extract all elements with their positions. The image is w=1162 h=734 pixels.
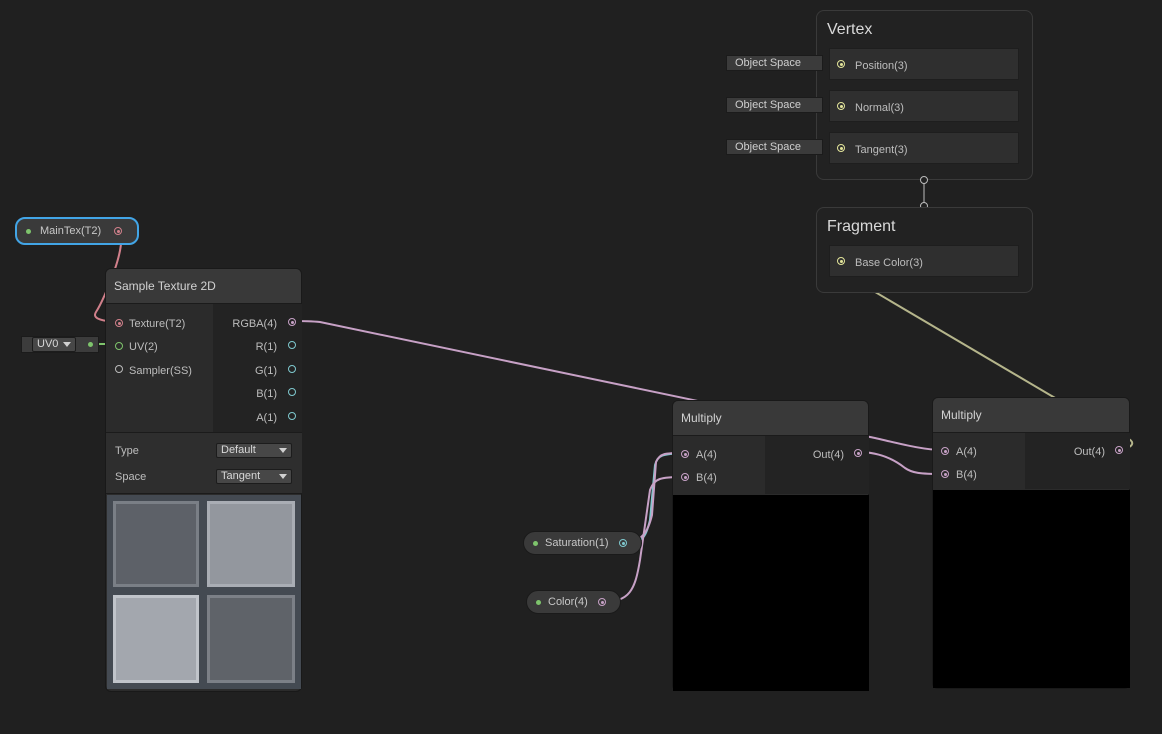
texture-in-label: Texture(T2) [129, 318, 186, 330]
preview-tile-top-right [207, 501, 295, 587]
saturation-label: Saturation(1) [545, 537, 609, 549]
color-label: Color(4) [548, 596, 588, 608]
multiply-1-out-port[interactable] [854, 449, 862, 457]
position-label: Position(3) [855, 60, 908, 72]
color-out-port[interactable] [598, 598, 606, 606]
multiply-2-preview [933, 490, 1130, 688]
multiply-1-inputs [673, 436, 765, 494]
uv-dot-icon [88, 342, 93, 347]
sampler-in-label: Sampler(SS) [129, 365, 192, 377]
property-dot-icon [536, 599, 541, 605]
uv-in-label: UV(2) [129, 341, 158, 353]
maintex-label: MainTex(T2) [40, 225, 102, 237]
maintex-property[interactable]: MainTex(T2) [15, 217, 139, 245]
property-dot-icon [26, 229, 31, 234]
multiply-node-2[interactable]: Multiply A(4) B(4) Out(4) [932, 397, 1130, 689]
tangent-space-label: Object Space [735, 141, 802, 153]
chevron-down-icon [279, 474, 287, 479]
wire-multiply1-out-to-multiply2-b [857, 451, 944, 475]
a-out-port[interactable] [288, 412, 296, 420]
rgba-out-port[interactable] [288, 318, 296, 326]
multiply-2-a-port[interactable] [941, 447, 949, 455]
fragment-stack-title: Fragment [827, 218, 896, 235]
g-out-port[interactable] [288, 365, 296, 373]
multiply-1-a-label: A(4) [696, 449, 717, 461]
position-space-label: Object Space [735, 57, 802, 69]
vertex-stack-title: Vertex [827, 21, 873, 38]
multiply-1-b-port[interactable] [681, 473, 689, 481]
position-port[interactable] [837, 60, 845, 68]
rgba-out-label: RGBA(4) [232, 318, 277, 330]
base-color-port[interactable] [837, 257, 845, 265]
uv-dropdown[interactable]: UV0 [32, 337, 76, 352]
vertex-stack[interactable]: Vertex Position(3) Normal(3) Tangent(3) [816, 10, 1033, 180]
fragment-stack[interactable]: Fragment Base Color(3) [816, 207, 1033, 293]
b-out-label: B(1) [256, 388, 277, 400]
chevron-down-icon [279, 448, 287, 453]
multiply-1-b-label: B(4) [696, 472, 717, 484]
r-out-label: R(1) [255, 341, 277, 353]
saturation-property[interactable]: Saturation(1) [523, 531, 642, 555]
sample-texture-2d-node[interactable]: Sample Texture 2D Texture(T2) UV(2) Samp… [105, 268, 302, 692]
multiply-2-a-label: A(4) [956, 446, 977, 458]
normal-block[interactable]: Normal(3) [829, 90, 1019, 122]
r-out-port[interactable] [288, 341, 296, 349]
multiply-2-outputs [1025, 433, 1130, 489]
multiply-2-b-port[interactable] [941, 470, 949, 478]
space-label: Space [115, 471, 147, 483]
multiply-1-a-port[interactable] [681, 450, 689, 458]
multiply-2-out-label: Out(4) [1073, 446, 1105, 458]
multiply-2-title: Multiply [933, 398, 1129, 433]
uv-value: UV0 [37, 338, 59, 350]
position-block[interactable]: Position(3) [829, 48, 1019, 80]
tangent-label: Tangent(3) [855, 144, 908, 156]
g-out-label: G(1) [255, 365, 277, 377]
b-out-port[interactable] [288, 388, 296, 396]
texture-preview [107, 495, 301, 689]
normal-space-label: Object Space [735, 99, 802, 111]
saturation-out-port[interactable] [619, 539, 627, 547]
a-out-label: A(1) [256, 412, 277, 424]
tangent-block[interactable]: Tangent(3) [829, 132, 1019, 164]
tangent-port[interactable] [837, 144, 845, 152]
sample-texture-title: Sample Texture 2D [106, 269, 301, 304]
position-space-tag[interactable]: Object Space [726, 55, 823, 71]
type-label: Type [115, 445, 139, 457]
sample-texture-settings [106, 432, 302, 494]
color-property[interactable]: Color(4) [526, 590, 621, 614]
type-dropdown[interactable]: Default [216, 443, 292, 458]
texture-in-port[interactable] [115, 319, 123, 327]
uv-in-port[interactable] [115, 342, 123, 350]
normal-space-tag[interactable]: Object Space [726, 97, 823, 113]
preview-tile-bottom-left [113, 595, 199, 683]
preview-tile-top-left [113, 501, 199, 587]
normal-label: Normal(3) [855, 102, 904, 114]
space-value: Tangent [221, 470, 261, 482]
chevron-down-icon [63, 342, 71, 347]
multiply-1-title: Multiply [673, 401, 868, 436]
multiply-2-out-port[interactable] [1115, 446, 1123, 454]
maintex-out-port[interactable] [114, 227, 122, 235]
base-color-label: Base Color(3) [855, 257, 923, 269]
multiply-1-preview [673, 495, 869, 691]
type-value: Default [221, 444, 256, 456]
multiply-2-b-label: B(4) [956, 469, 977, 481]
normal-port[interactable] [837, 102, 845, 110]
sampler-in-port[interactable] [115, 365, 123, 373]
base-color-block[interactable]: Base Color(3) [829, 245, 1019, 277]
multiply-2-inputs [933, 433, 1025, 489]
vertex-out-port[interactable] [920, 176, 928, 184]
space-dropdown[interactable]: Tangent [216, 469, 292, 484]
multiply-1-out-label: Out(4) [812, 449, 844, 461]
multiply-node-1[interactable]: Multiply A(4) B(4) Out(4) [672, 400, 869, 691]
tangent-space-tag[interactable]: Object Space [726, 139, 823, 155]
uv-input[interactable]: UV0 [21, 336, 99, 353]
multiply-1-outputs [765, 436, 869, 494]
preview-tile-bottom-right [207, 595, 295, 683]
property-dot-icon [533, 540, 538, 546]
